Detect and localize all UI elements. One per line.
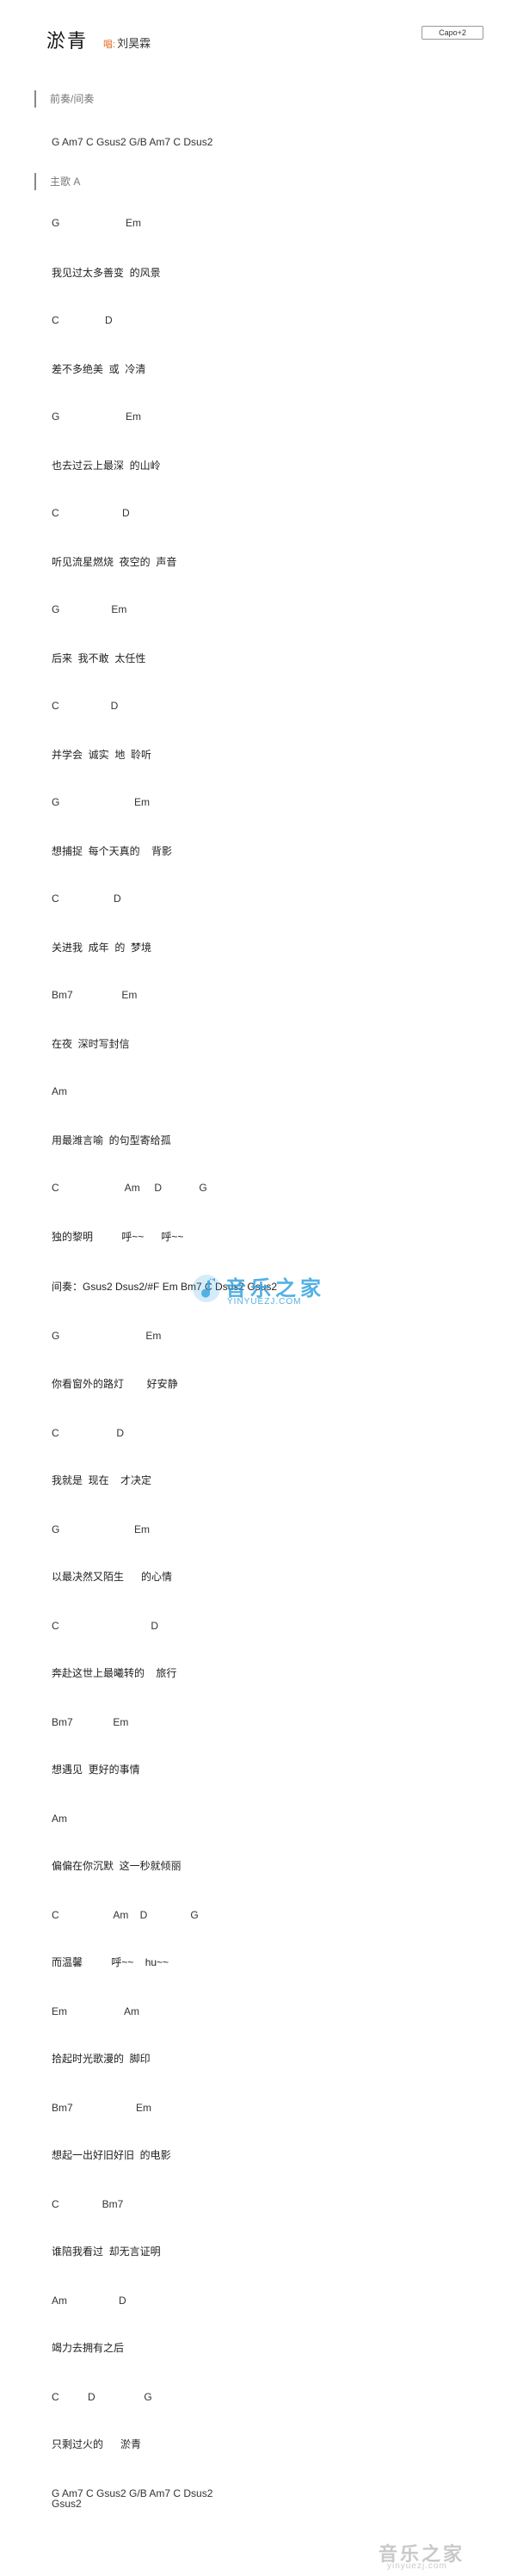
chord-line: C Am D G <box>52 1909 199 1921</box>
lyric-line: 后来 我不敢 太任性 <box>52 652 146 664</box>
lyric-line: 在夜 深时写封信 <box>52 1038 130 1050</box>
chord-line: Am D <box>52 2295 126 2307</box>
chord-line: C Bm7 <box>52 2198 124 2210</box>
capo-badge: Capo+2 <box>422 26 483 40</box>
page-title: 淤青 <box>46 30 89 52</box>
lyric-line: 听见流星燃烧 夜空的 声音 <box>52 556 177 568</box>
chord-line: Am <box>52 1085 67 1097</box>
chord-line: G Em <box>52 217 142 229</box>
chord-line: G Em <box>52 1523 151 1535</box>
singer-name[interactable]: 刘昊霖 <box>117 37 151 50</box>
lyric-line: 也去过云上最深 的山岭 <box>52 460 161 472</box>
chord-line: G Em <box>52 1330 162 1342</box>
chord-line: Bm7 Em <box>52 1716 129 1728</box>
lyric-line: 只剩过火的 淤青 <box>52 2438 142 2450</box>
lyric-line: 以最决然又陌生 的心情 <box>52 1571 173 1583</box>
chord-line: Gsus2 <box>52 2498 82 2510</box>
footer-logo-url: yinyuezj.com <box>387 2561 447 2571</box>
chord-line: C D G <box>52 2391 152 2403</box>
section-heading-verse-a: 主歌 A <box>34 173 80 190</box>
lyric-line: 我见过太多善变 的风景 <box>52 267 161 279</box>
chord-line: C D <box>52 893 121 905</box>
footer-logo: 音乐之家 yinyuezj.com <box>379 2539 508 2573</box>
music-note-icon <box>193 1275 220 1302</box>
lyric-line: 你看窗外的路灯 好安静 <box>52 1378 178 1390</box>
chord-line: Bm7 Em <box>52 2102 152 2114</box>
watermark-url: YINYUEZJ.COM <box>227 1297 302 1307</box>
section-heading-intro: 前奏/间奏 <box>34 90 94 108</box>
lyric-line: 谁陪我看过 却无言证明 <box>52 2246 161 2258</box>
chord-line: Am <box>52 1813 67 1825</box>
watermark: 音乐之家 YINYUEZJ.COM <box>191 1271 350 1319</box>
chord-line: G Em <box>52 603 127 615</box>
lyric-line: 而温馨 呼~~ hu~~ <box>52 1956 169 1968</box>
lyric-line: 想捕捉 每个天真的 背影 <box>52 845 173 857</box>
singer-label: 唱: <box>103 40 116 50</box>
chord-line: G Em <box>52 411 142 423</box>
lyric-line: 用最潍言喻 的句型寄给孤 <box>52 1134 171 1146</box>
lyric-line: 拾起时光歌漫的 脚印 <box>52 2053 151 2065</box>
chord-line: G Am7 C Gsus2 G/B Am7 C Dsus2 <box>52 136 213 148</box>
lyric-line: 偏偏在你沉默 这一秒就倾丽 <box>52 1860 182 1872</box>
lyric-line: 竭力去拥有之后 <box>52 2342 125 2354</box>
chord-line: C D <box>52 314 113 326</box>
chord-line: Em Am <box>52 2005 140 2017</box>
lyric-line: 想起一出好旧好旧 的电影 <box>52 2149 171 2161</box>
lyric-line: 独的黎明 呼~~ 呼~~ <box>52 1231 184 1243</box>
singer-credit: 唱: 刘昊霖 <box>103 34 151 51</box>
chord-line: C D <box>52 1620 159 1632</box>
chord-line: C Am D G <box>52 1182 207 1194</box>
chord-line: C D <box>52 700 119 712</box>
lyric-line: 差不多绝美 或 冷清 <box>52 363 146 375</box>
lyric-line: 并学会 诚实 地 聆听 <box>52 749 152 761</box>
lyric-line: 关进我 成年 的 梦境 <box>52 942 152 954</box>
chord-line: C D <box>52 1427 125 1439</box>
lyric-line: 想遇见 更好的事情 <box>52 1764 140 1776</box>
chord-line: G Em <box>52 796 151 808</box>
chord-line: Bm7 Em <box>52 989 138 1001</box>
lyric-line: 我就是 现在 才决定 <box>52 1474 152 1486</box>
chord-line: C D <box>52 507 130 519</box>
lyric-line: 奔赴这世上最曦转的 旅行 <box>52 1667 177 1679</box>
